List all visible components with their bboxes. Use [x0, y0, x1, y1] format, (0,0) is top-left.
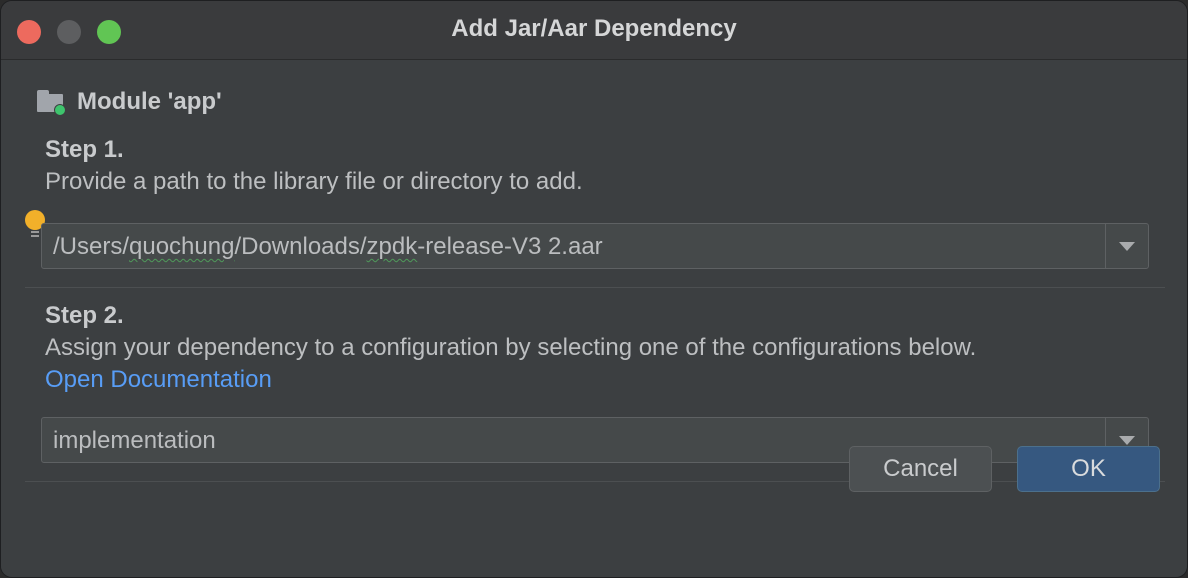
divider: [25, 481, 1165, 482]
open-documentation-link[interactable]: Open Documentation: [45, 366, 272, 394]
step1-heading: Step 1.: [45, 136, 124, 163]
module-header: Module 'app': [37, 88, 222, 116]
dialog-title: Add Jar/Aar Dependency: [451, 15, 737, 42]
chevron-down-icon: [1119, 242, 1135, 251]
ok-button[interactable]: OK: [1017, 446, 1160, 492]
library-path-dropdown-button[interactable]: [1105, 224, 1148, 268]
chevron-down-icon: [1119, 436, 1135, 445]
step2-description: Assign your dependency to a configuratio…: [45, 334, 977, 361]
module-label: Module 'app': [77, 88, 222, 115]
dialog-window: Add Jar/Aar Dependency Module 'app' Step…: [0, 0, 1188, 578]
module-folder-icon: [37, 90, 67, 116]
library-path-combobox[interactable]: /Users/quochung/Downloads/zpdk-release-V…: [41, 223, 1149, 269]
title-bar[interactable]: Add Jar/Aar Dependency: [1, 1, 1187, 60]
library-path-input[interactable]: /Users/quochung/Downloads/zpdk-release-V…: [53, 233, 603, 261]
configuration-value[interactable]: implementation: [53, 427, 216, 455]
cancel-button[interactable]: Cancel: [849, 446, 992, 492]
divider: [25, 287, 1165, 288]
step2-heading: Step 2.: [45, 302, 124, 329]
dialog-content: Module 'app' Step 1. Provide a path to t…: [1, 60, 1187, 577]
step1-description: Provide a path to the library file or di…: [45, 168, 583, 195]
